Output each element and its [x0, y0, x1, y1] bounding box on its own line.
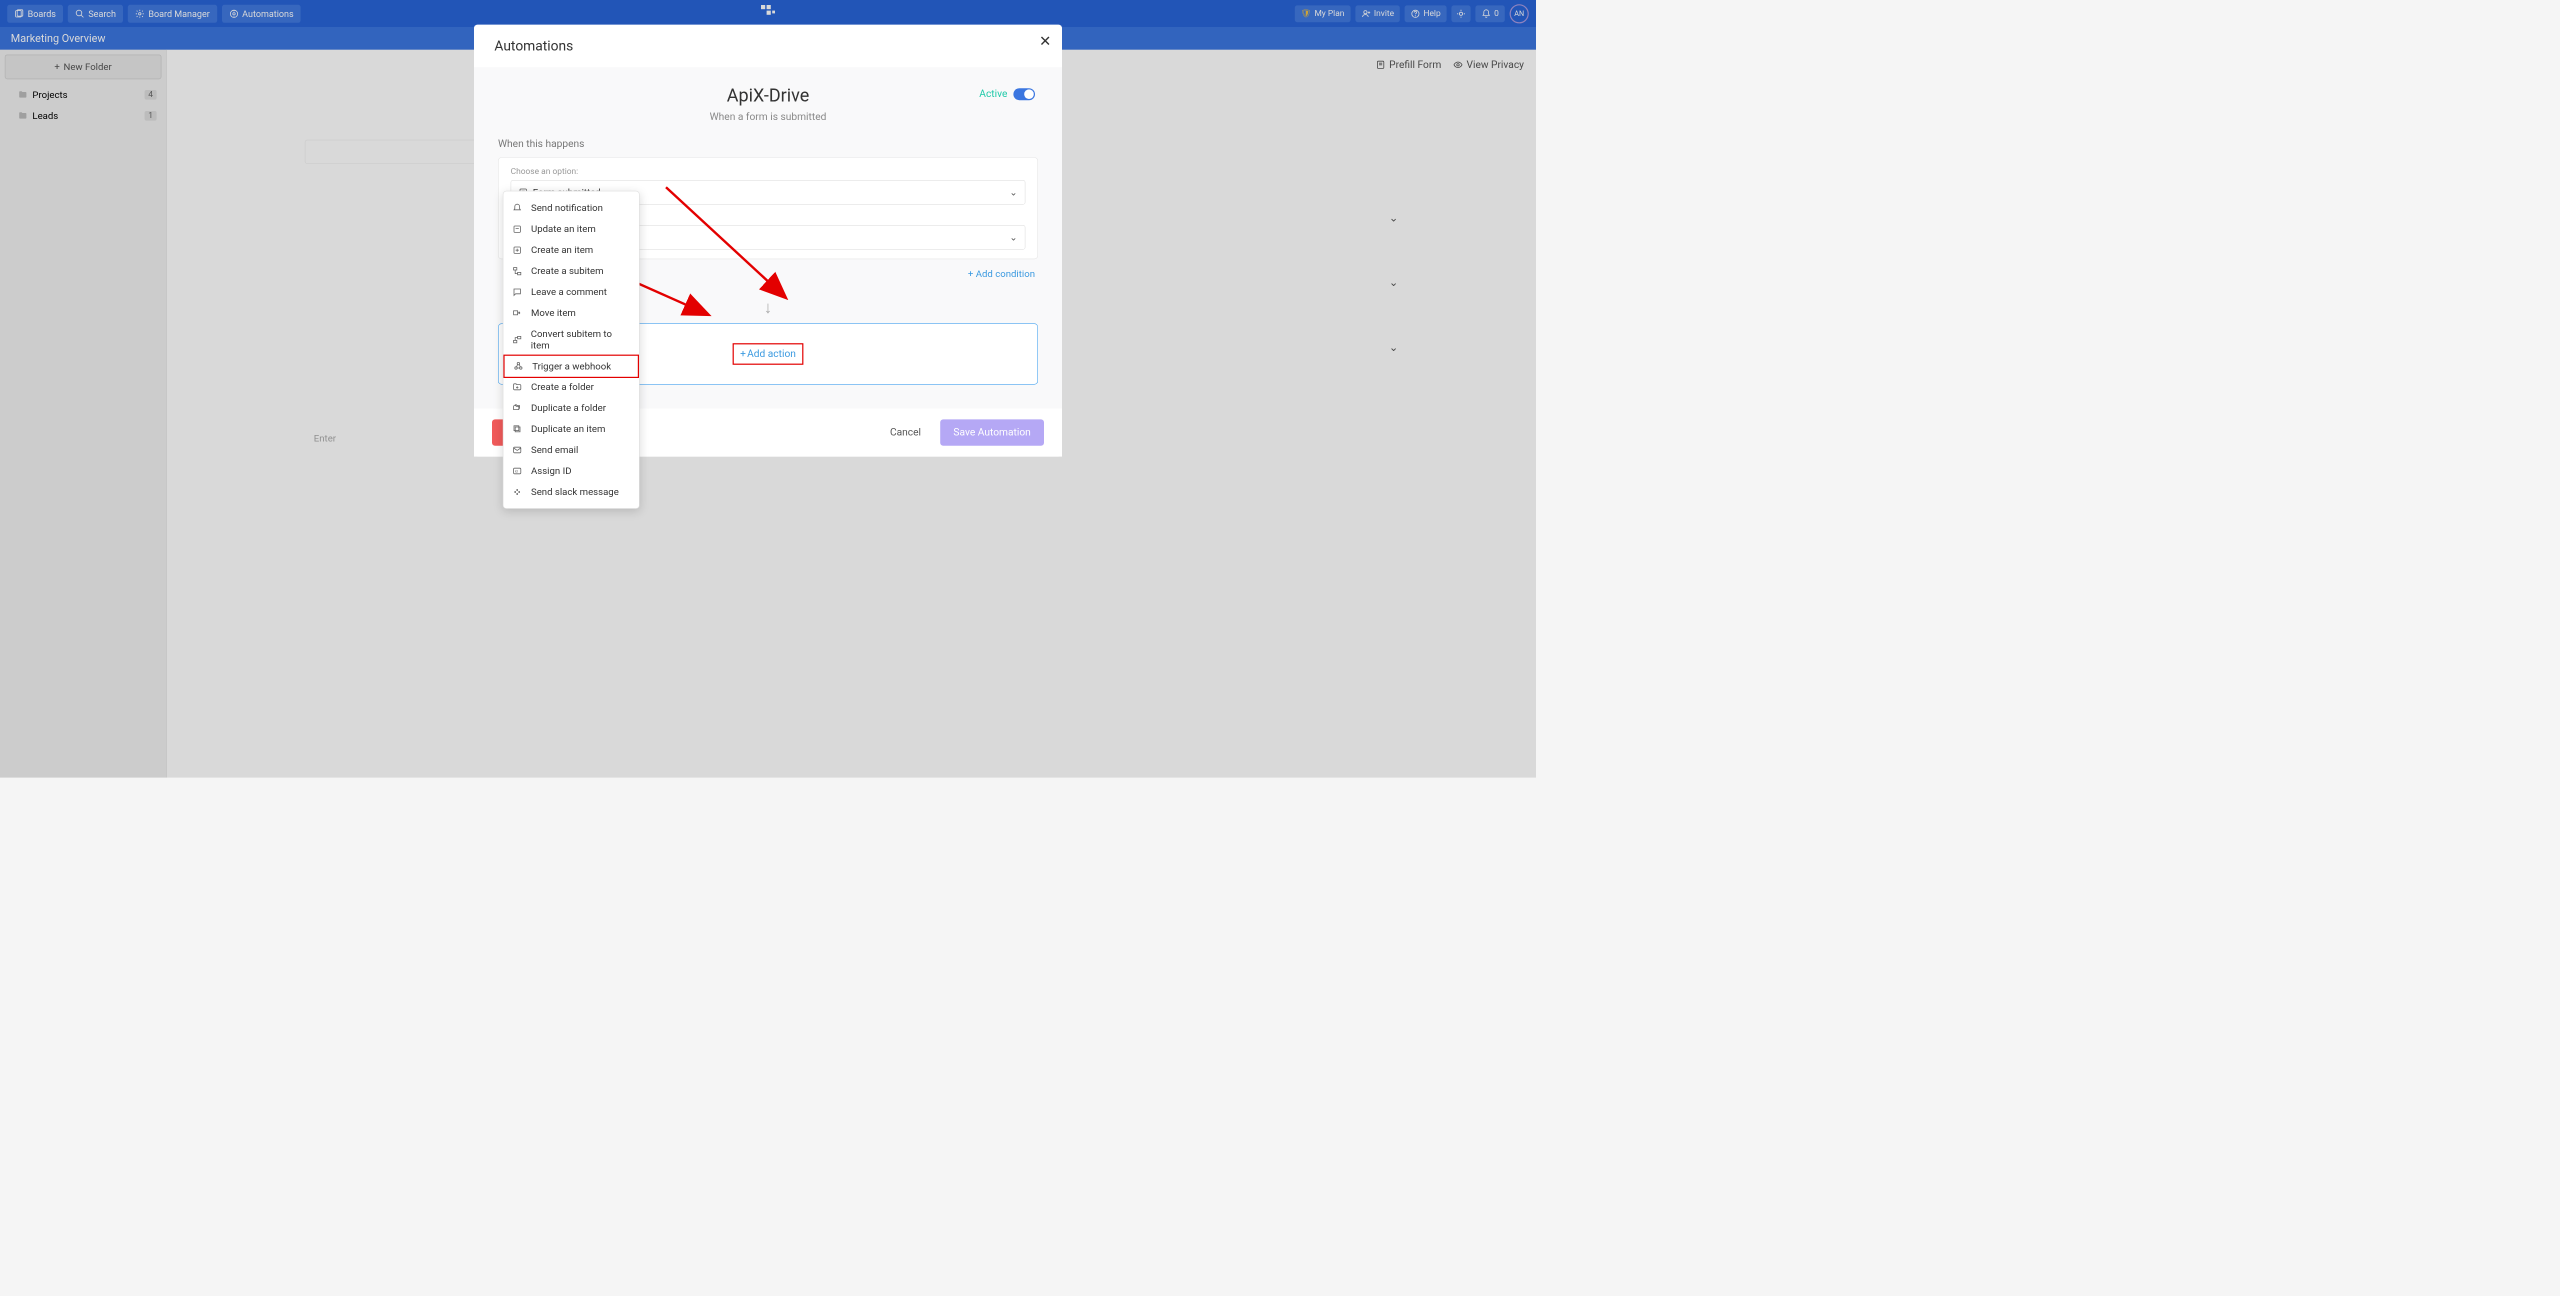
active-toggle[interactable] — [1013, 88, 1035, 100]
save-automation-button[interactable]: Save Automation — [940, 419, 1044, 445]
menu-item-send-notification[interactable]: Send notification — [503, 197, 639, 218]
folder-plus-icon — [512, 382, 523, 392]
menu-item-move-item[interactable]: Move item — [503, 302, 639, 323]
menu-item-send-email[interactable]: Send email — [503, 439, 639, 460]
active-label: Active — [979, 88, 1007, 100]
close-button[interactable]: ✕ — [1039, 33, 1051, 50]
automation-name: ApiX-Drive — [498, 85, 1038, 106]
menu-item-create-item[interactable]: Create an item — [503, 239, 639, 260]
svg-text:id: id — [515, 469, 518, 473]
menu-item-create-folder[interactable]: Create a folder — [503, 376, 639, 397]
move-icon — [512, 308, 523, 318]
modal-title: Automations — [474, 25, 1062, 68]
convert-icon — [512, 335, 523, 345]
add-action-button[interactable]: +Add action — [733, 343, 803, 365]
comment-icon — [512, 287, 523, 297]
subitem-icon — [512, 266, 523, 276]
plus-square-icon — [512, 245, 523, 255]
bell-icon — [512, 203, 523, 213]
chevron-down-icon: ⌄ — [1010, 232, 1018, 243]
choose-option-label: Choose an option: — [511, 167, 1026, 177]
menu-item-trigger-webhook[interactable]: Trigger a webhook — [503, 354, 639, 377]
slack-icon — [512, 487, 523, 497]
menu-item-leave-comment[interactable]: Leave a comment — [503, 281, 639, 302]
menu-item-assign-id[interactable]: id Assign ID — [503, 460, 639, 481]
action-dropdown-menu: Send notification Update an item Create … — [503, 191, 640, 509]
webhook-icon — [513, 361, 524, 371]
mail-icon — [512, 445, 523, 455]
add-condition-button[interactable]: + Add condition — [968, 268, 1035, 279]
menu-item-send-slack[interactable]: Send slack message — [503, 481, 639, 502]
menu-item-create-subitem[interactable]: Create a subitem — [503, 260, 639, 281]
folder-dup-icon — [512, 403, 523, 413]
id-icon: id — [512, 466, 523, 476]
menu-item-duplicate-item[interactable]: Duplicate an item — [503, 418, 639, 439]
close-icon: ✕ — [1039, 33, 1051, 50]
edit-icon — [512, 224, 523, 234]
modal-overlay: ✕ Automations Active ApiX-Drive When a f… — [0, 0, 1536, 778]
menu-item-convert-subitem[interactable]: Convert subitem to item — [503, 323, 639, 355]
automation-subtitle: When a form is submitted — [498, 111, 1038, 123]
when-label: When this happens — [498, 138, 1038, 150]
chevron-down-icon: ⌄ — [1010, 187, 1018, 198]
plus-icon: + — [968, 268, 973, 279]
plus-icon: + — [740, 348, 746, 360]
cancel-button[interactable]: Cancel — [878, 419, 933, 445]
menu-item-duplicate-folder[interactable]: Duplicate a folder — [503, 397, 639, 418]
item-dup-icon — [512, 424, 523, 434]
menu-item-update-item[interactable]: Update an item — [503, 218, 639, 239]
